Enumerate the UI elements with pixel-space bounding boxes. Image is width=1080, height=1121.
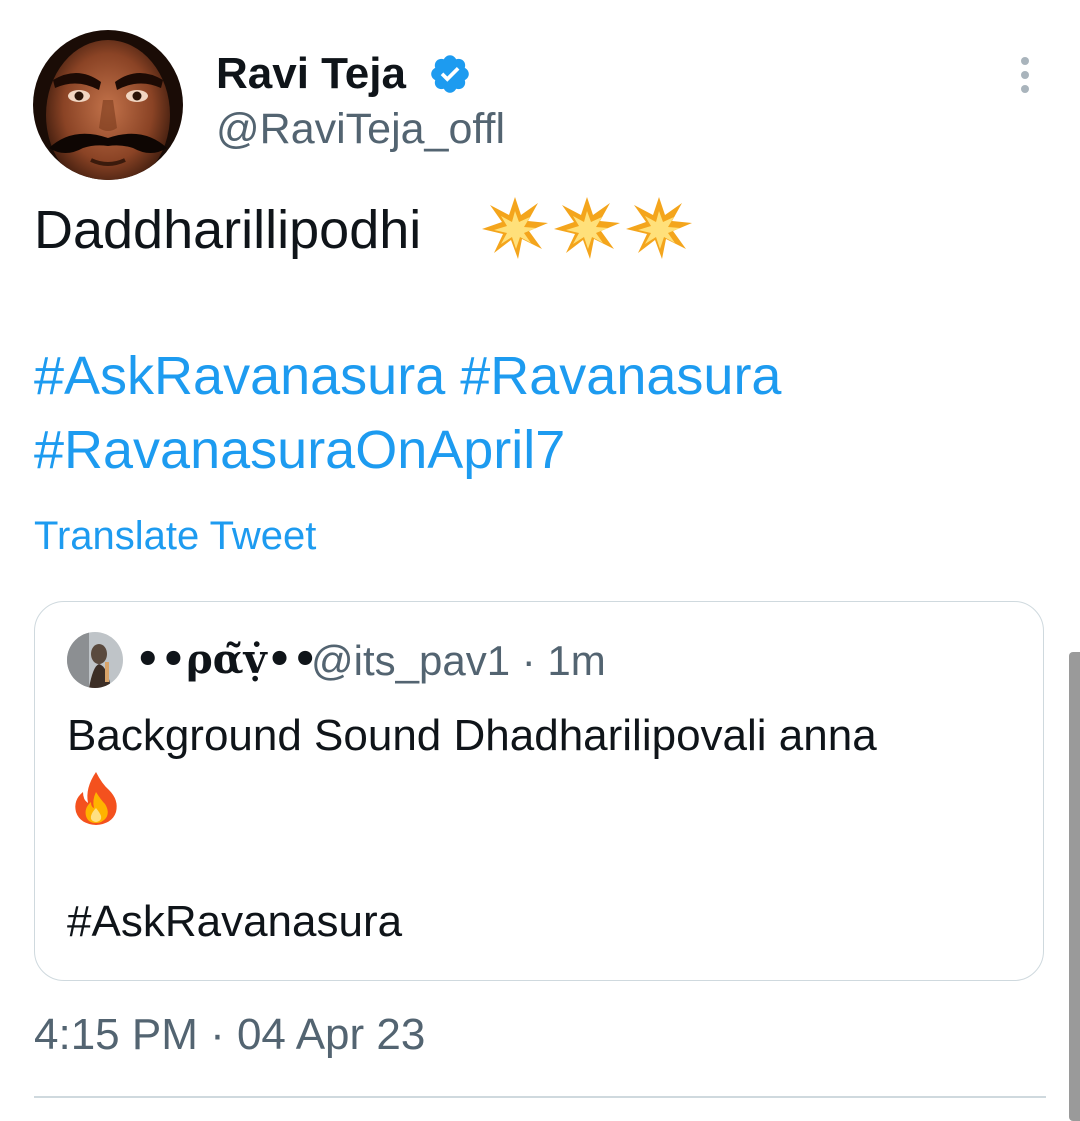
meta-separator: · [521,637,548,684]
hashtag-line-1: #AskRavanasura #Ravanasura [34,345,781,407]
collision-icon [482,197,548,259]
author-avatar[interactable] [33,30,183,180]
quoted-tweet-meta: @its_pav1 · 1m [311,636,606,686]
tweet-text: Daddharillipodhi [34,200,422,260]
quoted-author-portrait-image [67,632,123,688]
author-handle[interactable]: @RaviTeja_offl [216,104,505,154]
translate-tweet-link[interactable]: Translate Tweet [34,512,316,560]
fire-icon [75,772,117,825]
collision-icon [626,197,692,259]
more-options-icon[interactable] [1008,54,1042,96]
tweet-timestamp[interactable]: 4:15 PM · 04 Apr 23 [34,1008,425,1062]
scrollbar-thumb[interactable] [1069,652,1080,1121]
quoted-tweet-time[interactable]: 1m [547,637,605,684]
quoted-tweet-card[interactable]: ••ρα̃ṿ̇•• @its_pav1 · 1m Background Soun… [34,601,1044,981]
author-portrait-image [33,30,183,180]
quoted-tweet-text: Background Sound Dhadharilipovali anna [67,711,877,760]
hashtag-line-2: #RavanasuraOnApril7 [34,419,565,481]
quoted-author-avatar[interactable] [67,632,123,688]
hashtag-link[interactable]: #AskRavanasura [34,346,445,406]
quoted-author-handle[interactable]: @its_pav1 [311,637,510,684]
collision-icon [554,197,620,259]
quoted-tweet-hashtag: #AskRavanasura [67,897,403,946]
collision-emoji-icons [482,197,692,259]
divider [34,1096,1046,1098]
hashtag-link[interactable]: #RavanasuraOnApril7 [34,420,565,480]
quoted-author-name[interactable]: ••ρα̃ṿ̇•• [135,635,318,685]
author-name[interactable]: Ravi Teja [216,48,406,100]
verified-badge-icon [431,55,469,93]
hashtag-link[interactable]: #Ravanasura [460,346,781,406]
